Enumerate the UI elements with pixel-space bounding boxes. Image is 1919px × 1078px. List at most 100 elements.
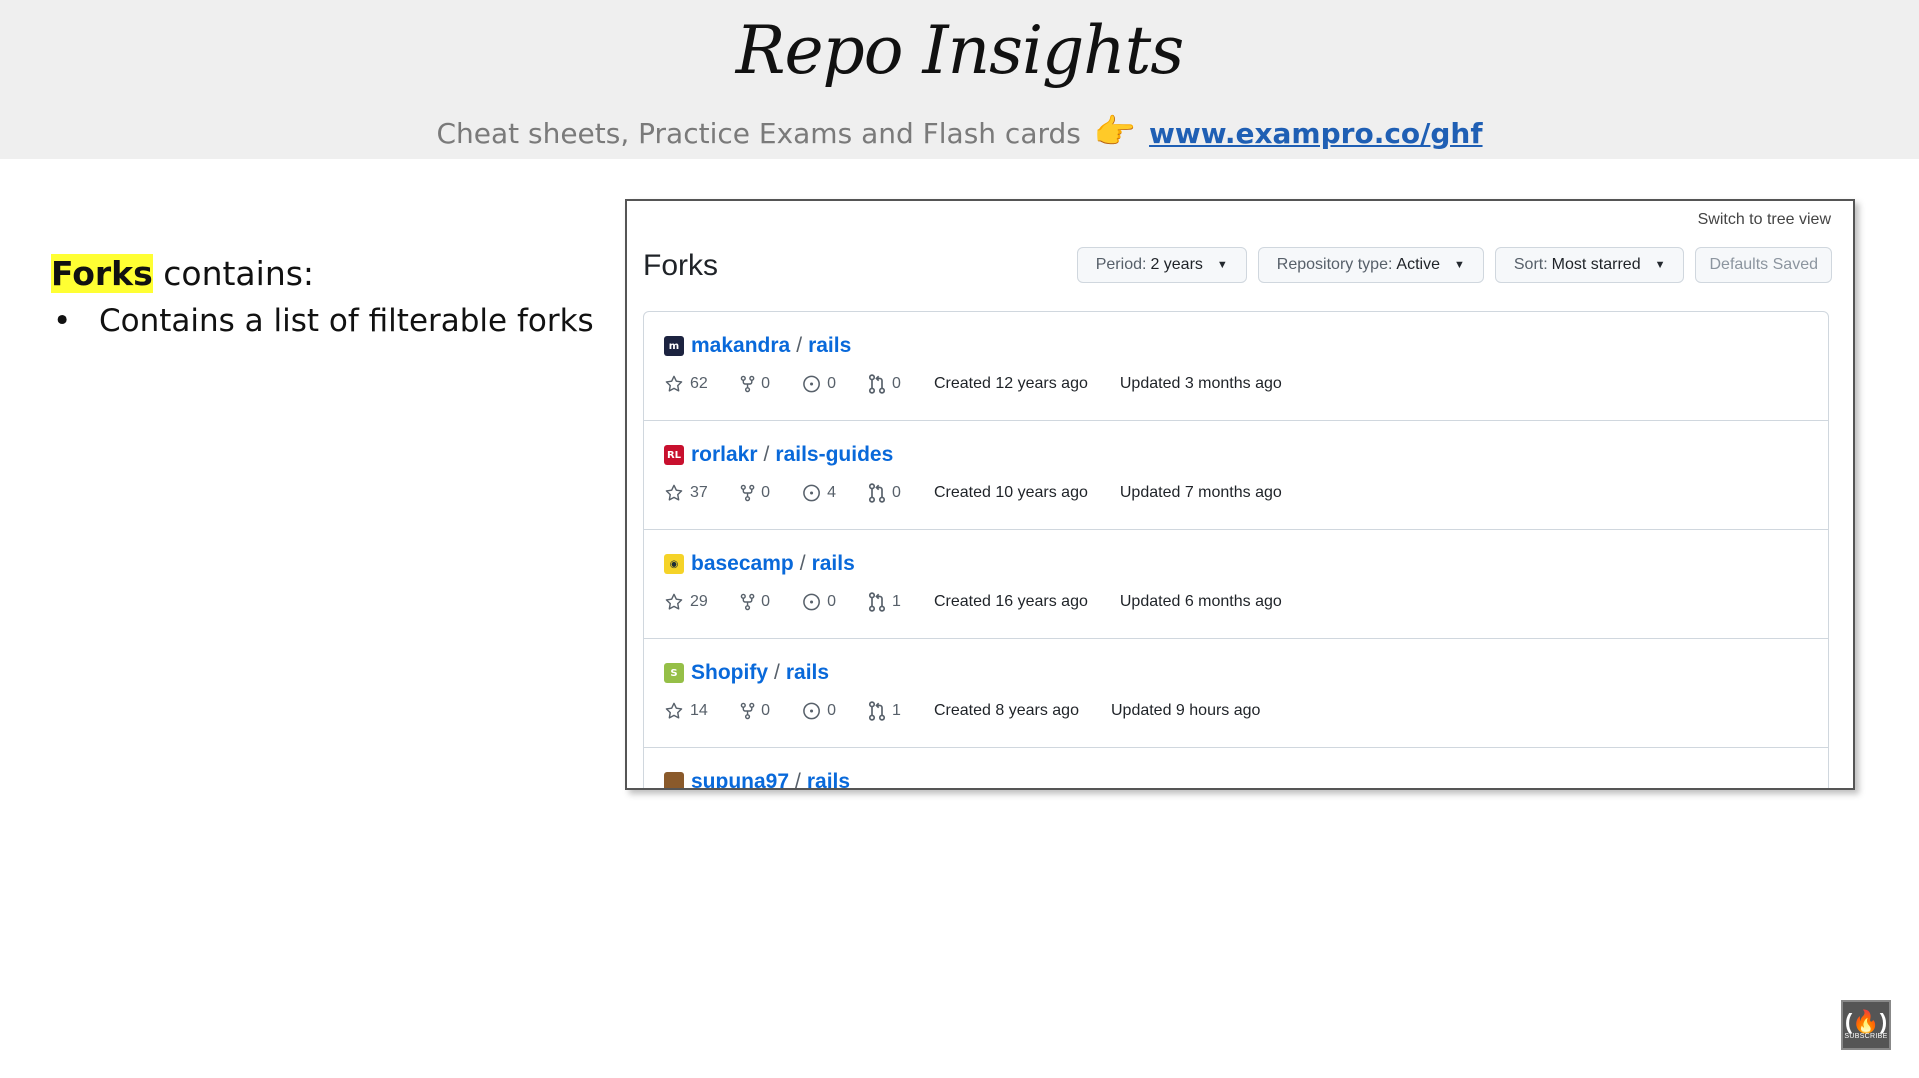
issues-count: 0 <box>827 702 836 719</box>
fork-icon <box>740 593 755 611</box>
caret-down-icon: ▼ <box>1654 259 1666 271</box>
fork-meta: 37 0 4 0 Created 10 years ago Updated 7 … <box>664 483 1314 503</box>
exampro-link[interactable]: www.exampro.co/ghf <box>1149 117 1483 150</box>
forks-count: 0 <box>761 375 770 392</box>
issues-stat: 0 <box>802 701 836 721</box>
subscribe-label: SUBSCRIBE <box>1844 1032 1888 1040</box>
issues-count: 0 <box>827 593 836 610</box>
pointing-hand-icon: 👉 <box>1093 112 1137 152</box>
forks-heading: Forks <box>643 249 718 282</box>
fork-repo-title: m makandra / rails <box>664 334 851 358</box>
stars-count: 62 <box>690 375 708 392</box>
updated-date: Updated 6 months ago <box>1119 593 1282 610</box>
fork-repo-title: ◉ basecamp / rails <box>664 552 855 576</box>
stars-count: 29 <box>690 593 708 610</box>
filter-controls: Period: 2 years ▼ Repository type: Active ▼ … <box>1076 247 1832 283</box>
pull-request-icon <box>868 374 886 394</box>
updated-date: Updated 7 months ago <box>1119 484 1282 501</box>
repo-separator: / <box>799 552 806 575</box>
sort-value: Most starred <box>1551 256 1641 273</box>
star-icon <box>665 702 683 719</box>
slide-header: Repo Insights Cheat sheets, Practice Exa… <box>0 0 1919 159</box>
forks-stat: 0 <box>740 374 770 394</box>
fork-owner-link[interactable]: makandra <box>691 334 790 358</box>
freecodecamp-logo-icon: (🔥) <box>1844 1008 1888 1034</box>
fork-repo-link[interactable]: rails-guides <box>775 443 893 467</box>
pull-requests-stat: 1 <box>868 592 902 612</box>
heading-rest: contains: <box>152 254 315 293</box>
fork-owner-link[interactable]: supuna97 <box>691 770 789 788</box>
issue-opened-icon <box>803 484 820 502</box>
fork-owner-link[interactable]: basecamp <box>691 552 794 576</box>
owner-avatar[interactable]: ◉ <box>664 554 684 574</box>
prs-count: 0 <box>892 484 901 501</box>
fork-icon <box>740 375 755 393</box>
pull-requests-stat: 1 <box>868 701 902 721</box>
pull-request-icon <box>868 701 886 721</box>
issues-stat: 0 <box>802 592 836 612</box>
fork-row: RL rorlakr / rails-guides 37 0 4 0 Creat… <box>644 421 1828 530</box>
fork-repo-link[interactable]: rails <box>808 334 851 358</box>
pull-requests-stat: 0 <box>868 374 902 394</box>
fork-repo-link[interactable]: rails <box>786 661 829 685</box>
prs-count: 1 <box>892 702 901 719</box>
forks-count: 0 <box>761 702 770 719</box>
owner-avatar[interactable]: RL <box>664 445 684 465</box>
subtitle-text: Cheat sheets, Practice Exams and Flash c… <box>436 117 1081 150</box>
forks-count: 0 <box>761 484 770 501</box>
updated-date: Updated 3 months ago <box>1119 375 1282 392</box>
repository-type-dropdown[interactable]: Repository type: Active ▼ <box>1257 247 1484 283</box>
forks-stat: 0 <box>740 592 770 612</box>
type-value: Active <box>1396 256 1440 273</box>
repo-separator: / <box>774 661 780 684</box>
stars-count: 37 <box>690 484 708 501</box>
sort-dropdown[interactable]: Sort: Most starred ▼ <box>1494 247 1685 283</box>
period-dropdown[interactable]: Period: 2 years ▼ <box>1076 247 1247 283</box>
forks-count: 0 <box>761 593 770 610</box>
issues-count: 4 <box>827 484 836 501</box>
prs-count: 1 <box>892 593 901 610</box>
forks-highlight: Forks <box>51 254 153 293</box>
defaults-saved-button[interactable]: Defaults Saved <box>1695 247 1832 283</box>
issues-stat: 4 <box>802 483 836 503</box>
fork-row: supuna97 / rails <box>644 748 1828 788</box>
owner-avatar[interactable] <box>664 772 684 788</box>
body-heading: Forks contains: <box>51 254 594 293</box>
star-icon <box>665 484 683 501</box>
switch-tree-view-link[interactable]: Switch to tree view <box>1698 211 1831 229</box>
updated-date: Updated 9 hours ago <box>1110 702 1261 719</box>
created-date: Created 10 years ago <box>934 484 1088 501</box>
pull-requests-stat: 0 <box>868 483 902 503</box>
slide-subtitle: Cheat sheets, Practice Exams and Flash c… <box>0 112 1919 152</box>
stars-stat: 29 <box>664 592 710 612</box>
fork-owner-link[interactable]: Shopify <box>691 661 768 685</box>
fork-meta: 29 0 0 1 Created 16 years ago Updated 6 … <box>664 592 1314 612</box>
fork-repo-link[interactable]: rails <box>807 770 850 788</box>
stars-count: 14 <box>690 702 708 719</box>
fork-row: S Shopify / rails 14 0 0 1 Created 8 yea… <box>644 639 1828 748</box>
issues-count: 0 <box>827 375 836 392</box>
caret-down-icon: ▼ <box>1453 259 1465 271</box>
fork-repo-link[interactable]: rails <box>812 552 855 576</box>
fork-owner-link[interactable]: rorlakr <box>691 443 758 467</box>
subscribe-badge[interactable]: (🔥) SUBSCRIBE <box>1841 1000 1891 1050</box>
fork-icon <box>740 702 755 720</box>
bullet-text: Contains a list of filterable forks <box>99 303 594 339</box>
type-label: Repository type: <box>1276 256 1393 273</box>
bullet-icon: • <box>53 303 72 339</box>
fork-icon <box>740 484 755 502</box>
bullet-item: • Contains a list of filterable forks <box>51 303 594 339</box>
owner-avatar[interactable]: m <box>664 336 684 356</box>
stars-stat: 14 <box>664 701 710 721</box>
created-date: Created 16 years ago <box>934 593 1088 610</box>
forks-list: m makandra / rails 62 0 0 0 Created 12 y… <box>643 311 1829 788</box>
fork-row: ◉ basecamp / rails 29 0 0 1 Created 16 y… <box>644 530 1828 639</box>
created-date: Created 8 years ago <box>934 702 1079 719</box>
repo-separator: / <box>763 443 770 466</box>
owner-avatar[interactable]: S <box>664 663 684 683</box>
repo-separator: / <box>796 334 803 357</box>
period-value: 2 years <box>1150 256 1203 273</box>
fork-repo-title: S Shopify / rails <box>664 661 829 685</box>
star-icon <box>665 593 683 610</box>
star-icon <box>665 375 683 392</box>
